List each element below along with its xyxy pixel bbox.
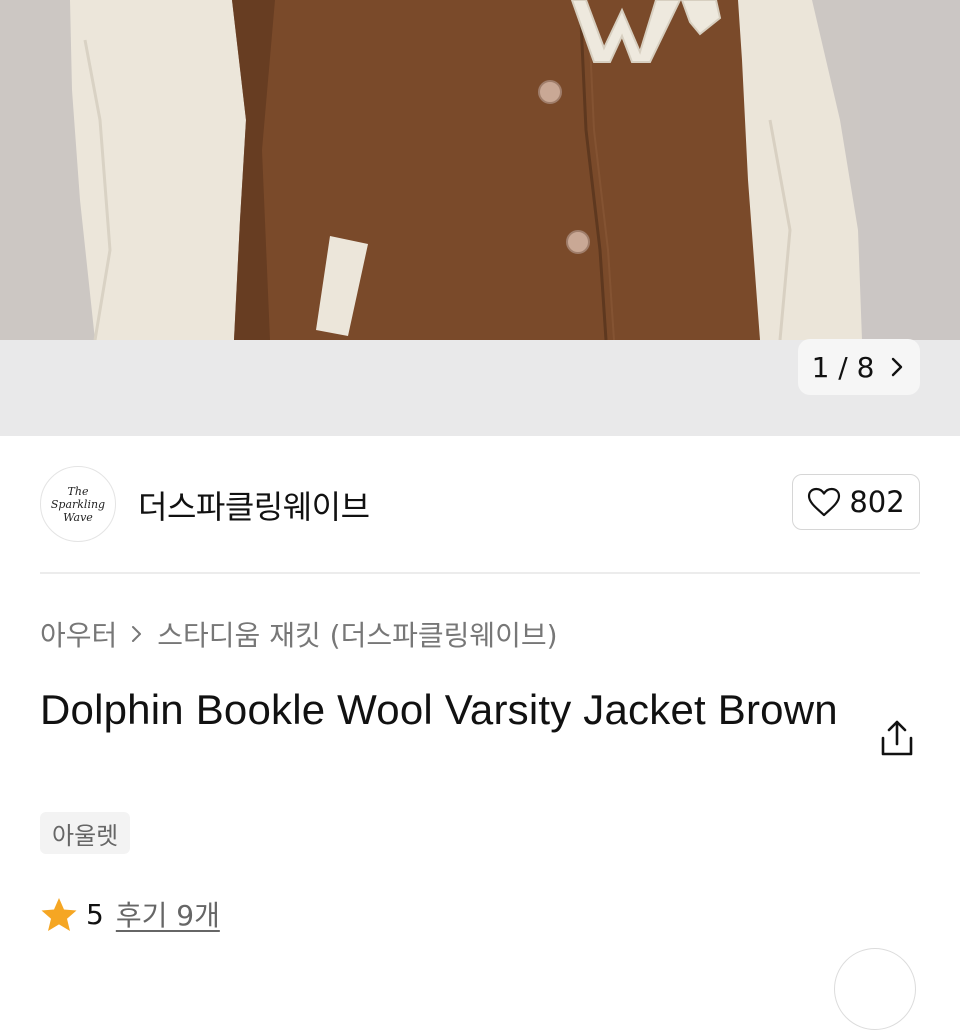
breadcrumb: 아우터 스타디움 재킷 (더스파클링웨이브) bbox=[40, 614, 558, 654]
page-indicator-text: 1 / 8 bbox=[811, 350, 875, 384]
like-button[interactable]: 802 bbox=[792, 474, 920, 530]
chevron-right-icon bbox=[892, 357, 903, 377]
outlet-tag: 아울렛 bbox=[40, 812, 131, 854]
brand-logo[interactable]: The Sparkling Wave bbox=[40, 466, 116, 542]
brand-row: The Sparkling Wave 더스파클링웨이브 802 bbox=[40, 466, 920, 542]
reviews-link[interactable]: 후기 9개 bbox=[116, 894, 220, 934]
product-title: Dolphin Bookle Wool Varsity Jacket Brown bbox=[40, 686, 838, 733]
svg-text:The: The bbox=[68, 485, 89, 498]
product-photo[interactable] bbox=[0, 0, 960, 340]
rating-row: 5 후기 9개 bbox=[40, 893, 220, 935]
rating-score: 5 bbox=[86, 897, 104, 931]
brand-logo-wordmark: The Sparkling Wave bbox=[51, 485, 105, 524]
chevron-right-icon bbox=[132, 626, 142, 642]
divider bbox=[40, 572, 920, 574]
floating-button[interactable] bbox=[834, 948, 916, 1030]
svg-text:Wave: Wave bbox=[63, 511, 93, 524]
like-count: 802 bbox=[849, 485, 905, 519]
brand-name[interactable]: 더스파클링웨이브 bbox=[138, 482, 370, 528]
heart-outline-icon bbox=[808, 487, 841, 517]
breadcrumb-category[interactable]: 아우터 bbox=[40, 614, 117, 654]
jacket-photo-illustration bbox=[0, 0, 960, 340]
svg-text:Sparkling: Sparkling bbox=[51, 498, 105, 511]
share-icon[interactable] bbox=[874, 716, 920, 762]
breadcrumb-subcategory[interactable]: 스타디움 재킷 (더스파클링웨이브) bbox=[157, 614, 557, 654]
product-image-gallery[interactable]: 1 / 8 bbox=[0, 0, 960, 436]
star-icon bbox=[41, 898, 77, 931]
image-page-indicator[interactable]: 1 / 8 bbox=[798, 339, 920, 395]
